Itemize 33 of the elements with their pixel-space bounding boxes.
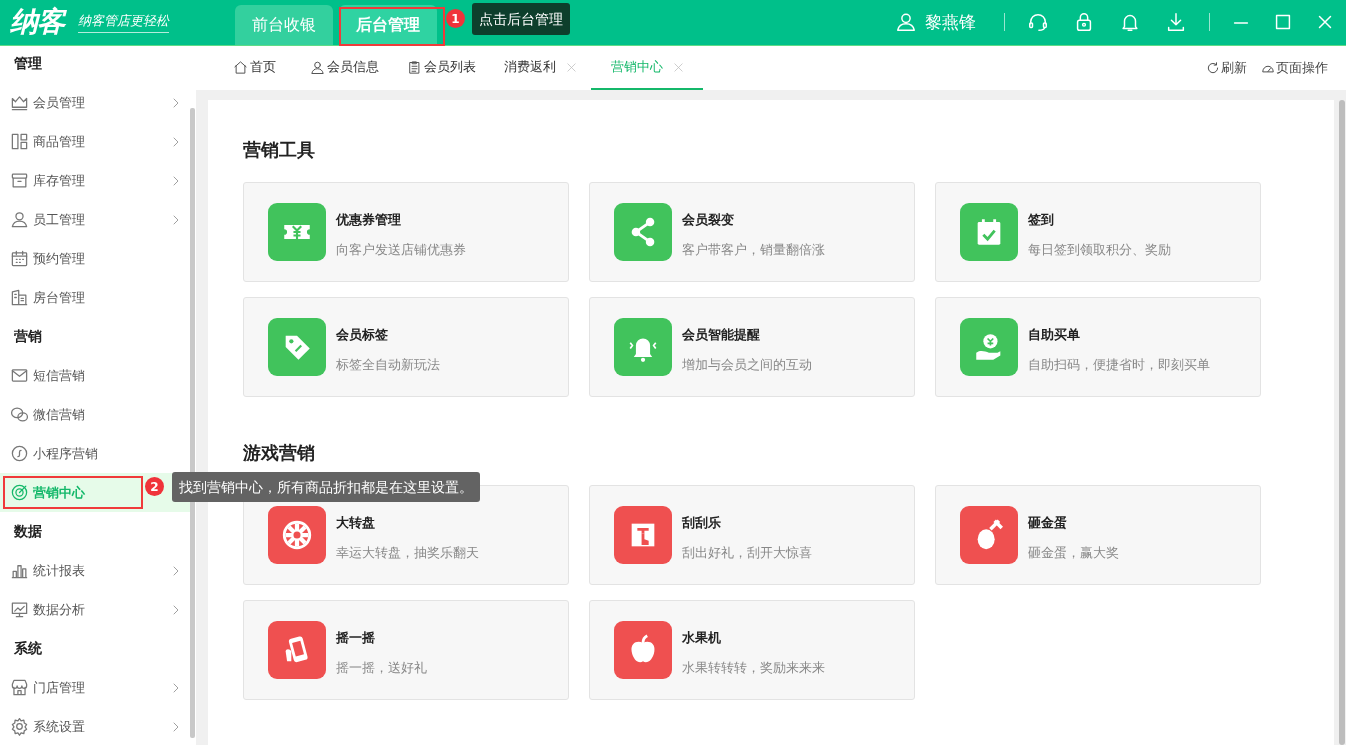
section-heading: 管理 — [13, 54, 43, 73]
tool-description: 刮出好礼，刮开大惊喜 — [682, 544, 812, 562]
tool-description: 每日签到领取积分、奖励 — [1028, 241, 1171, 259]
tool-title: 水果机 — [682, 629, 722, 647]
tool-title: 摇一摇 — [336, 629, 376, 647]
callout-tooltip: 点击后台管理 — [472, 3, 570, 35]
tool-title: 砸金蛋 — [1028, 514, 1068, 532]
tool-description: 摇一摇，送好礼 — [336, 659, 427, 677]
slogan: 纳客管店更轻松 — [78, 11, 169, 33]
tool-description: 砸金蛋，赢大奖 — [1028, 544, 1119, 562]
tool-title: 会员标签 — [336, 326, 389, 344]
tool-title: 会员智能提醒 — [682, 326, 761, 344]
tool-title: 会员裂变 — [682, 211, 735, 229]
section-heading: 营销 — [13, 327, 43, 346]
tool-description: 标签全自动新玩法 — [336, 356, 440, 374]
user-name: 黎燕锋 — [925, 10, 976, 34]
section-heading: 数据 — [13, 522, 43, 541]
callout-tooltip: 找到营销中心，所有商品折扣都是在这里设置。 — [172, 472, 480, 502]
tool-description: 向客户发送店铺优惠券 — [336, 241, 466, 259]
section-heading: 系统 — [13, 639, 43, 658]
section-title: 营销工具 — [243, 138, 316, 162]
tool-description: 增加与会员之间的互动 — [682, 356, 812, 374]
section-title: 游戏营销 — [243, 441, 316, 465]
tool-description: 客户带客户，销量翻倍涨 — [682, 241, 825, 259]
tool-title: 大转盘 — [336, 514, 376, 532]
tool-description: 自助扫码，便捷省时，即刻买单 — [1028, 356, 1210, 374]
tool-title: 优惠券管理 — [336, 211, 402, 229]
tool-title: 刮刮乐 — [682, 514, 722, 532]
step-badge: 1 — [446, 9, 465, 28]
tool-description: 幸运大转盘，抽奖乐翻天 — [336, 544, 479, 562]
tool-title: 自助买单 — [1028, 326, 1081, 344]
tool-description: 水果转转转，奖励来来来 — [682, 659, 825, 677]
tool-title: 签到 — [1028, 211, 1055, 229]
